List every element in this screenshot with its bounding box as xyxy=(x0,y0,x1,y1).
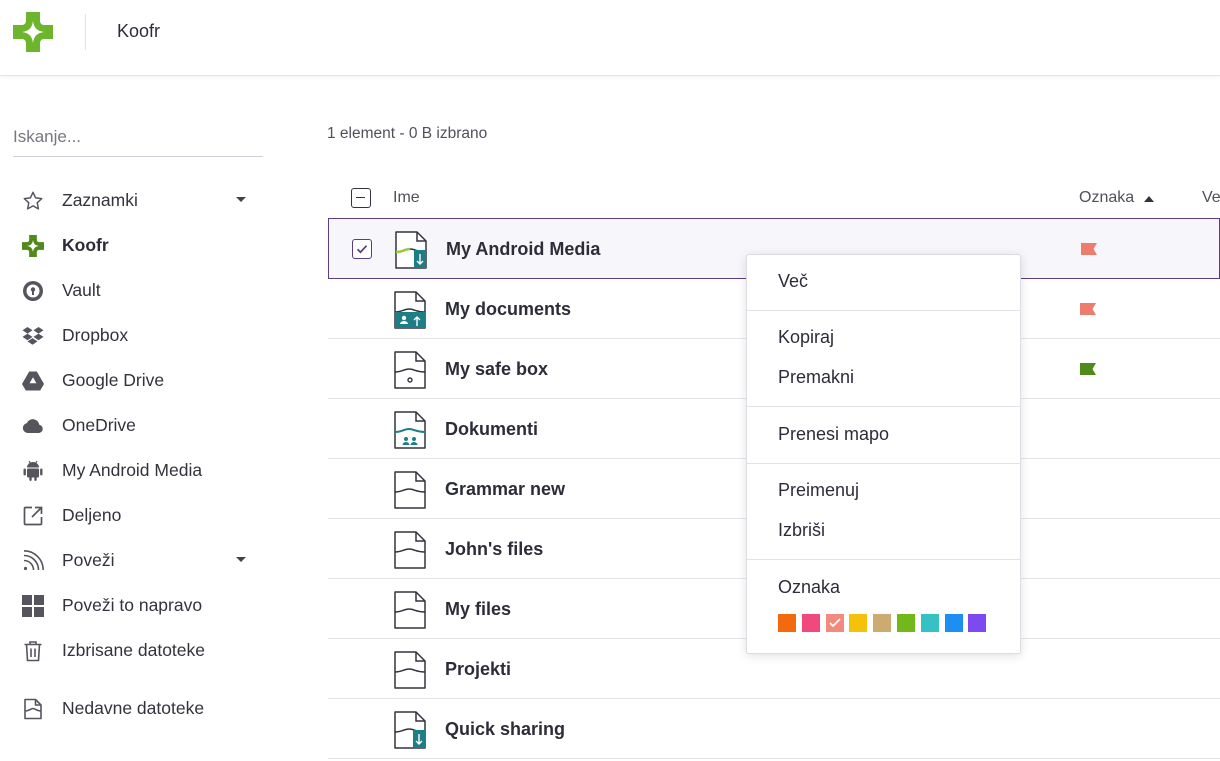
sidebar-item-label: My Android Media xyxy=(62,460,203,480)
sidebar-item-label: Google Drive xyxy=(62,370,165,390)
color-swatch[interactable] xyxy=(801,614,820,632)
caret-down-icon[interactable] xyxy=(236,557,246,562)
share-icon xyxy=(21,504,45,528)
sidebar-item-label: Koofr xyxy=(62,235,109,255)
sidebar-item-label: Poveži to napravo xyxy=(62,595,203,615)
color-swatch[interactable] xyxy=(778,614,796,632)
windows-icon xyxy=(21,594,45,618)
color-swatch[interactable] xyxy=(825,614,844,632)
sidebar-item-label: Nedavne datoteke xyxy=(62,698,205,718)
menu-item-copy[interactable]: Kopiraj xyxy=(778,327,834,348)
search-box xyxy=(13,116,263,157)
documents-folder-icon xyxy=(394,291,426,329)
menu-divider xyxy=(747,559,1020,560)
recent-file-icon xyxy=(21,697,45,721)
file-name[interactable]: Quick sharing xyxy=(445,719,565,740)
column-header-label[interactable]: Oznaka xyxy=(1079,189,1134,207)
color-swatch[interactable] xyxy=(944,614,963,632)
header-title: Koofr xyxy=(117,21,161,41)
sidebar-item-label: Dropbox xyxy=(62,325,129,345)
menu-divider xyxy=(747,310,1020,311)
rss-icon xyxy=(21,549,45,573)
label-flag-icon xyxy=(1080,363,1096,375)
vault-icon xyxy=(21,279,45,303)
sidebar-item-izbrisane-datoteke[interactable]: Izbrisane datoteke xyxy=(0,628,270,672)
file-name[interactable]: My documents xyxy=(445,299,571,320)
menu-item-label: Oznaka xyxy=(778,577,841,597)
column-header-more[interactable]: Ve xyxy=(1202,189,1220,207)
sidebar-item-label: Vault xyxy=(62,280,101,300)
menu-item-more[interactable]: Več xyxy=(778,271,808,292)
folder-icon xyxy=(394,651,426,689)
sidebar-item-label: Poveži xyxy=(62,550,115,570)
file-name[interactable]: John's files xyxy=(445,539,543,560)
file-name[interactable]: Grammar new xyxy=(445,479,565,500)
color-swatch[interactable] xyxy=(896,614,915,632)
file-name[interactable]: My safe box xyxy=(445,359,548,380)
menu-divider xyxy=(747,463,1020,464)
dropbox-icon xyxy=(21,324,45,348)
menu-divider xyxy=(747,406,1020,407)
sidebar-item-label: Izbrisane datoteke xyxy=(62,640,206,660)
koofr-logo-icon[interactable] xyxy=(13,12,53,52)
menu-item-delete[interactable]: Izbriši xyxy=(778,520,825,541)
color-swatch[interactable] xyxy=(920,614,939,632)
sidebar-item-dropbox[interactable]: Dropbox xyxy=(0,313,270,357)
row-checkbox[interactable] xyxy=(352,239,372,259)
sidebar-item-koofr[interactable]: Koofr xyxy=(0,223,270,267)
koofr-logo-icon xyxy=(21,234,45,258)
sidebar-item-nedavne-datoteke[interactable]: Nedavne datoteke xyxy=(0,686,270,730)
sidebar-item-zaznamki[interactable]: Zaznamki xyxy=(0,178,270,222)
sidebar-item-label: OneDrive xyxy=(62,415,136,435)
file-row[interactable]: Quick sharing xyxy=(328,699,1220,759)
context-menu: Več Kopiraj Premakni Prenesi mapo Preime… xyxy=(746,254,1021,654)
android-icon xyxy=(21,459,45,483)
label-flag-icon xyxy=(1080,303,1096,315)
color-swatch[interactable] xyxy=(873,614,892,632)
file-name[interactable]: My files xyxy=(445,599,511,620)
file-list-header: Ime Oznaka Ve xyxy=(328,180,1220,216)
android-media-folder-icon xyxy=(395,231,427,269)
sort-asc-icon[interactable] xyxy=(1144,196,1154,202)
trash-icon xyxy=(21,639,45,663)
sidebar-item-my-android-media[interactable]: My Android Media xyxy=(0,448,270,492)
check-icon xyxy=(828,618,841,628)
cloud-icon xyxy=(21,414,45,438)
folder-icon xyxy=(394,591,426,629)
label-color-swatches xyxy=(778,614,992,632)
folder-icon xyxy=(394,531,426,569)
sidebar-item-label: Zaznamki xyxy=(62,190,138,210)
menu-item-move[interactable]: Premakni xyxy=(778,367,854,388)
column-header-name[interactable]: Ime xyxy=(393,189,420,207)
menu-item-download-folder[interactable]: Prenesi mapo xyxy=(778,424,889,445)
google-drive-icon xyxy=(21,369,45,393)
sidebar-item-google-drive[interactable]: Google Drive xyxy=(0,358,270,402)
app-header: Koofr xyxy=(0,0,1220,76)
label-flag-icon xyxy=(1081,243,1097,255)
safe-box-folder-icon xyxy=(394,351,426,389)
color-swatch[interactable] xyxy=(849,614,868,632)
search-input[interactable] xyxy=(13,116,263,156)
caret-down-icon[interactable] xyxy=(236,197,246,202)
select-all-checkbox[interactable] xyxy=(351,188,371,208)
sidebar-item-povezi-to-napravo[interactable]: Poveži to napravo xyxy=(0,583,270,627)
sidebar-item-povezi[interactable]: Poveži xyxy=(0,538,270,582)
sidebar-item-label: Deljeno xyxy=(62,505,122,525)
star-icon xyxy=(21,189,45,213)
menu-item-rename[interactable]: Preimenuj xyxy=(778,480,859,501)
folder-icon xyxy=(394,471,426,509)
file-name[interactable]: My Android Media xyxy=(446,239,600,260)
sidebar-item-vault[interactable]: Vault xyxy=(0,268,270,312)
sidebar-item-deljeno[interactable]: Deljeno xyxy=(0,493,270,537)
sidebar-item-onedrive[interactable]: OneDrive xyxy=(0,403,270,447)
file-name[interactable]: Projekti xyxy=(445,659,511,680)
shared-folder-icon xyxy=(394,411,426,449)
file-name[interactable]: Dokumenti xyxy=(445,419,538,440)
quick-sharing-folder-icon xyxy=(394,711,426,749)
selection-info: 1 element - 0 B izbrano xyxy=(327,125,488,142)
header-divider xyxy=(85,14,86,50)
color-swatch[interactable] xyxy=(968,614,987,632)
